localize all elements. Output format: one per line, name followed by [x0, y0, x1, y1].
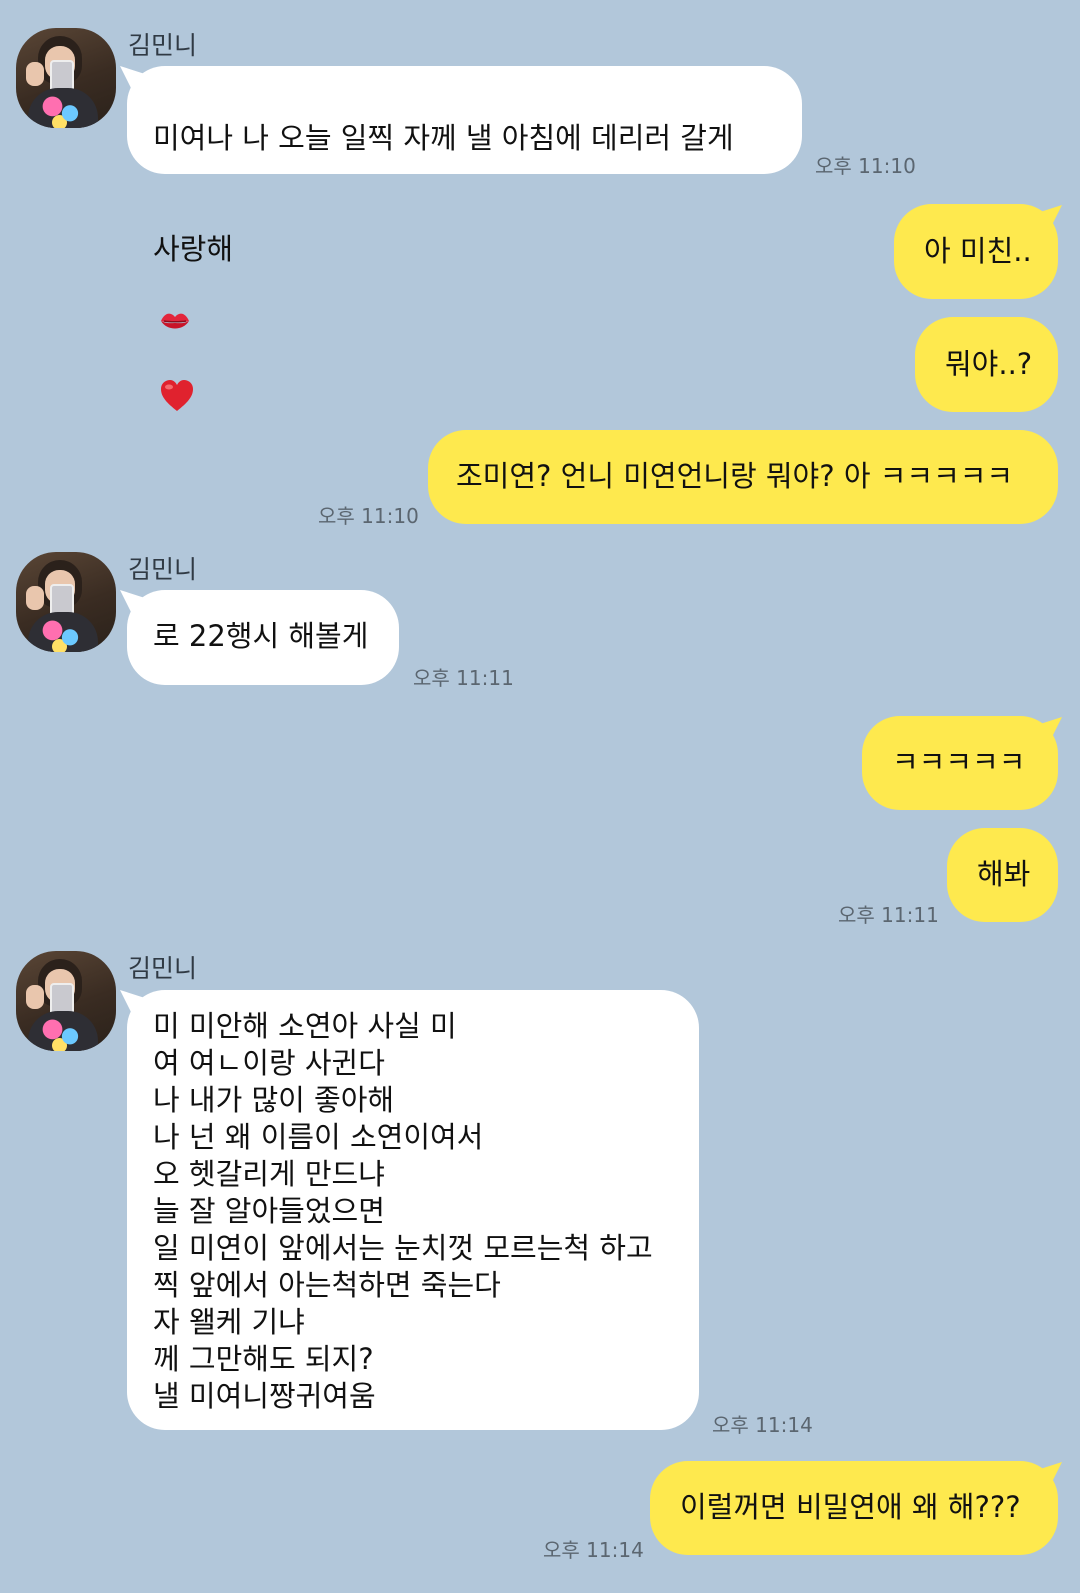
outgoing-message-bubble[interactable]: 해봐 — [947, 828, 1058, 922]
sender-name: 김민니 — [128, 31, 198, 60]
sender-avatar[interactable] — [16, 552, 116, 652]
incoming-message-bubble[interactable]: 미 미안해 소연아 사실 미 여 여ㄴ이랑 사귄다 나 내가 많이 좋아해 나 … — [127, 990, 699, 1430]
sender-name: 김민니 — [128, 954, 198, 983]
message-time: 오후 11:11 — [413, 666, 514, 690]
message-text-line: 사랑해 — [153, 194, 776, 422]
outgoing-message-bubble[interactable]: 조미연? 언니 미연언니랑 뭐야? 아 ㅋㅋㅋㅋㅋ — [428, 430, 1058, 524]
sender-avatar[interactable] — [16, 28, 116, 128]
lips-emoji — [159, 268, 191, 342]
outgoing-message-bubble[interactable]: 이럴꺼면 비밀연애 왜 해??? — [650, 1461, 1058, 1555]
heart-emoji — [159, 342, 195, 422]
message-time: 오후 11:11 — [838, 903, 939, 927]
message-time: 오후 11:10 — [815, 154, 916, 178]
outgoing-message-bubble[interactable]: 뭐야..? — [915, 317, 1058, 412]
sender-name: 김민니 — [128, 555, 198, 584]
outgoing-message-bubble[interactable]: ㅋㅋㅋㅋㅋ — [862, 716, 1058, 810]
sender-avatar[interactable] — [16, 951, 116, 1051]
message-time: 오후 11:14 — [543, 1538, 644, 1562]
message-time: 오후 11:14 — [712, 1413, 813, 1437]
message-time: 오후 11:10 — [318, 504, 419, 528]
incoming-message-bubble[interactable]: 로 22행시 해볼게 — [127, 590, 399, 685]
outgoing-message-bubble[interactable]: 아 미친.. — [894, 204, 1058, 299]
message-text-line: 미여나 나 오늘 일찍 자께 낼 아침에 데리러 갈게 — [153, 121, 734, 155]
incoming-message-bubble[interactable]: 미여나 나 오늘 일찍 자께 낼 아침에 데리러 갈게 사랑해 — [127, 66, 802, 411]
